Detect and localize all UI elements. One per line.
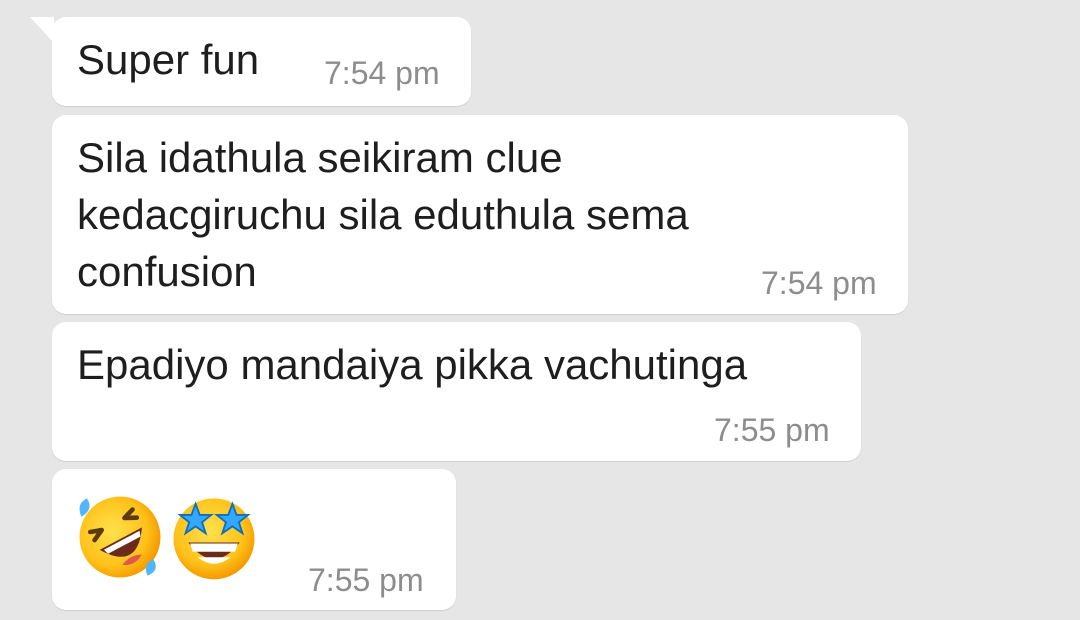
message-text-line-2: kedacgiruchu sila eduthula sema [77,191,689,238]
message-text-line-1: Sila idathula seikiram clue [77,134,563,181]
message-timestamp: 7:55 pm [714,412,830,448]
bubble-tail [30,17,54,43]
message-bubble-4[interactable]: 7:55 pm [52,469,456,610]
message-timestamp: 7:54 pm [324,55,440,91]
message-bubble-2[interactable]: Sila idathula seikiram clue kedacgiruchu… [52,115,908,314]
message-bubble-3[interactable]: Epadiyo mandaiya pikka vachutinga 7:55 p… [52,322,861,461]
message-text: Epadiyo mandaiya pikka vachutinga [77,341,748,388]
message-timestamp: 7:55 pm [308,562,424,598]
star-struck-icon [173,498,255,580]
message-text: Super fun [77,36,260,83]
message-timestamp: 7:54 pm [761,265,877,301]
rolling-on-the-floor-laughing-icon [79,496,161,578]
message-text-line-3: confusion [77,248,257,295]
message-bubble-1[interactable]: Super fun 7:54 pm [30,17,471,106]
